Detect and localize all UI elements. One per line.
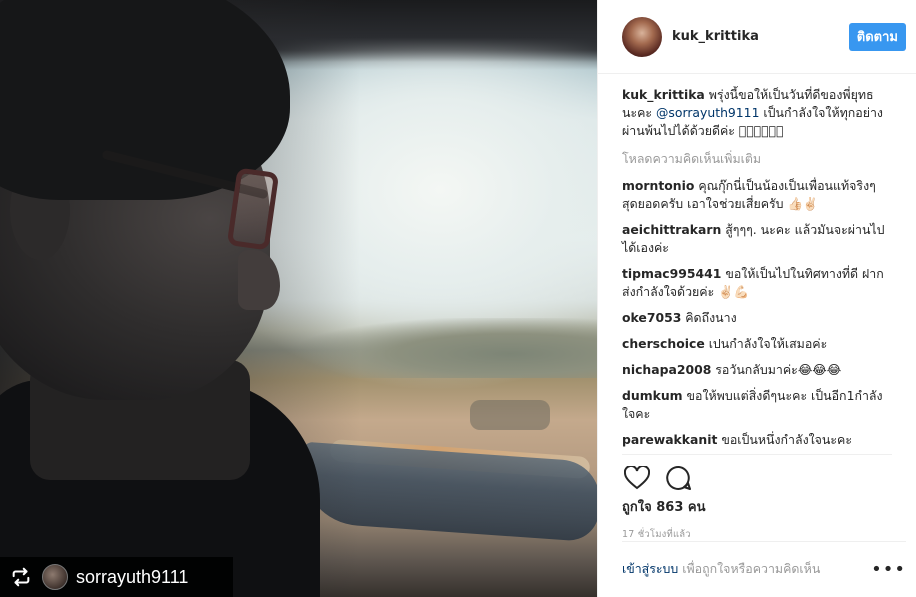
comment-username[interactable]: cherschoice [622, 336, 705, 351]
post-header: kuk_krittika ติดตาม [598, 0, 916, 74]
repost-avatar [42, 564, 68, 590]
repost-badge: sorrayuth9111 [0, 557, 233, 597]
comment-username[interactable]: oke7053 [622, 310, 681, 325]
list-item: dumkum ขอให้พบแต่สิ่งดีๆนะคะ เป็นอีก1กำล… [622, 387, 892, 423]
list-item: aeichittrakarn สู้ๆๆๆ. นะคะ แล้วมันจะผ่า… [622, 221, 892, 257]
repost-username: sorrayuth9111 [76, 566, 189, 587]
caption-mention[interactable]: @sorrayuth9111 [656, 105, 759, 120]
post-photo[interactable]: sorrayuth9111 [0, 0, 597, 597]
comment-text: ขอเป็นหนึ่งกำลังใจนะคะ [721, 432, 852, 447]
person-nose [238, 250, 280, 310]
comment-username[interactable]: nichapa2008 [622, 362, 711, 377]
repost-icon [10, 566, 32, 588]
comment-text: รอวันกลับมาค่ะ😂😂😂 [715, 362, 842, 377]
comments-list[interactable]: kuk_krittika พรุ่งนี้ขอให้เป็นวันที่ดีขอ… [598, 74, 916, 454]
post-side-panel: kuk_krittika ติดตาม kuk_krittika พรุ่งนี… [597, 0, 916, 597]
comment-username[interactable]: dumkum [622, 388, 683, 403]
follow-button[interactable]: ติดตาม [848, 22, 906, 51]
post-username[interactable]: kuk_krittika [672, 29, 849, 44]
comment-username[interactable]: aeichittrakarn [622, 222, 721, 237]
comment-text: คิดถึงนาง [685, 310, 737, 325]
comment-username[interactable]: parewakkanit [622, 432, 717, 447]
comment-username[interactable]: morntonio [622, 178, 694, 193]
caption-username[interactable]: kuk_krittika [622, 87, 705, 102]
post-actions [622, 454, 892, 494]
list-item: parewakkanit ขอเป็นหนึ่งกำลังใจนะคะ [622, 431, 892, 449]
list-item: tipmac995441 ขอให้เป็นไปในทิศทางที่ดี ฝา… [622, 265, 892, 301]
comment-username[interactable]: tipmac995441 [622, 266, 721, 281]
login-link[interactable]: เข้าสู่ระบบ [622, 560, 678, 579]
photo-person-silhouette [0, 0, 597, 597]
more-options-icon[interactable]: ••• [871, 559, 906, 580]
instagram-post-view: sorrayuth9111 kuk_krittika ติดตาม kuk_kr… [0, 0, 916, 597]
avatar[interactable] [622, 16, 662, 57]
post-footer: เข้าสู่ระบบ เพื่อถูกใจหรือความคิดเห็น ••… [622, 541, 906, 597]
comment-icon[interactable] [664, 463, 694, 493]
comment-text: เปนกำลังใจให้เสมอค่ะ [708, 336, 828, 351]
load-more-comments-link[interactable]: โหลดความคิดเห็นเพิ่มเติม [622, 150, 892, 168]
list-item: cherschoice เปนกำลังใจให้เสมอค่ะ [622, 335, 892, 353]
likes-count[interactable]: ถูกใจ 863 คน [598, 496, 916, 517]
list-item: morntonio คุณกุ๊กนี่เป็นน้องเป็นเพื่อนแท… [622, 177, 892, 213]
list-item: nichapa2008 รอวันกลับมาค่ะ😂😂😂 [622, 361, 892, 379]
post-timestamp: 17 ชั่วโมงที่แล้ว [622, 529, 691, 540]
post-caption: kuk_krittika พรุ่งนี้ขอให้เป็นวันที่ดีขอ… [622, 86, 892, 140]
heart-icon[interactable] [622, 463, 652, 493]
list-item: oke7053 คิดถึงนาง [622, 309, 892, 327]
login-prompt-text: เพื่อถูกใจหรือความคิดเห็น [682, 561, 821, 576]
